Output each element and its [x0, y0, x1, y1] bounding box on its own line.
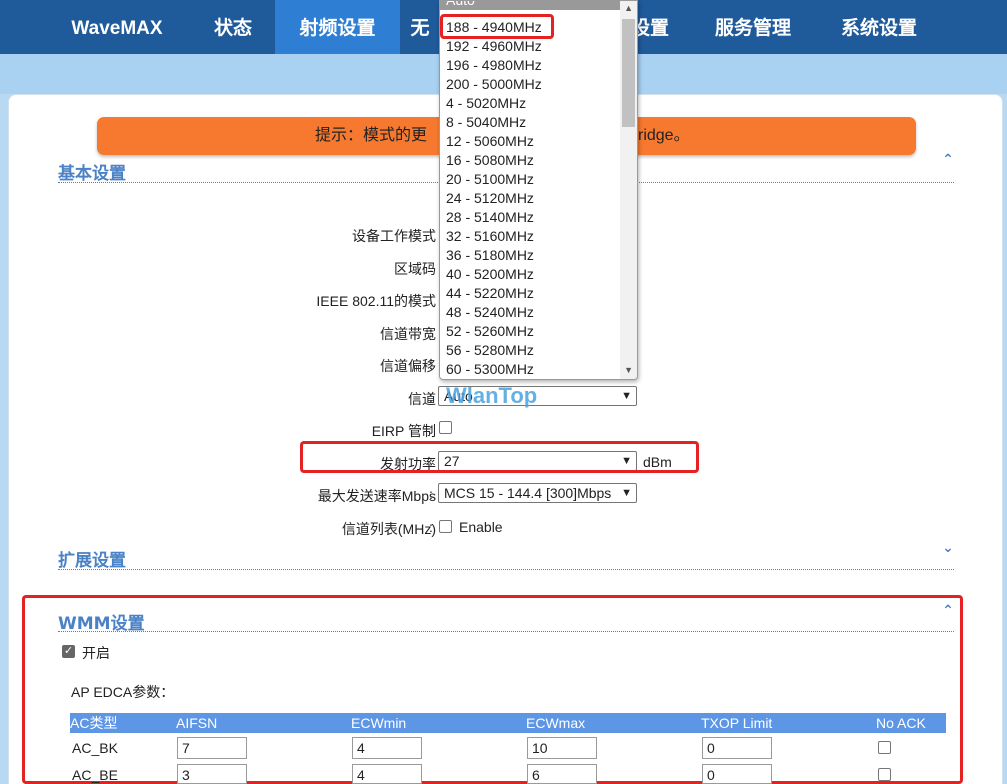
row-be-ecwmax-input[interactable]: 6 — [527, 764, 597, 784]
eirp-checkbox[interactable] — [439, 421, 452, 434]
dropdown-option[interactable]: 40 - 5200MHz — [440, 265, 620, 284]
dropdown-option[interactable]: Auto — [440, 1, 620, 10]
th-ac-type: AC类型 — [70, 715, 118, 731]
dropdown-option[interactable]: 32 - 5160MHz — [440, 227, 620, 246]
chevron-down-icon: ▼ — [621, 390, 632, 402]
chevron-down-icon: ▼ — [621, 487, 632, 499]
th-txop-limit: TXOP Limit — [701, 715, 773, 731]
dropdown-option[interactable]: 196 - 4980MHz — [440, 56, 620, 75]
th-aifsn: AIFSN — [176, 715, 218, 731]
row-bk-ecwmax-input[interactable]: 10 — [527, 737, 597, 759]
row-be-ecwmin-input[interactable]: 4 — [352, 764, 422, 784]
label-channel-list: 信道列表(MHz) — [341, 521, 436, 537]
tip-text: 提示：模式的更 — [315, 127, 428, 144]
channel-dropdown-list[interactable]: Auto 188 - 4940MHz 192 - 4960MHz 196 - 4… — [439, 0, 638, 380]
dropdown-scrollbar[interactable]: ▲ ▼ — [620, 1, 637, 379]
nav-wireless[interactable]: 无 — [400, 0, 440, 54]
label-offset: 信道偏移 — [380, 358, 436, 374]
dropdown-option[interactable]: 12 - 5060MHz — [440, 132, 620, 151]
dropdown-option[interactable]: 52 - 5260MHz — [440, 322, 620, 341]
dropdown-option[interactable]: 48 - 5240MHz — [440, 303, 620, 322]
dropdown-option[interactable]: 28 - 5140MHz — [440, 208, 620, 227]
channel-list-enable-label: Enable — [459, 519, 503, 535]
row-bk-noack-checkbox[interactable] — [878, 741, 891, 754]
th-no-ack: No ACK — [876, 715, 926, 731]
section-wmm-divider — [58, 631, 954, 632]
channel-list-checkbox[interactable] — [439, 520, 452, 533]
chevron-up-icon[interactable]: ⌃ — [941, 152, 955, 166]
nav-rf-settings[interactable]: 射频设置 — [275, 0, 400, 54]
dropdown-option[interactable]: 20 - 5100MHz — [440, 170, 620, 189]
dropdown-option[interactable]: 56 - 5280MHz — [440, 341, 620, 360]
label-eirp: EIRP 管制 — [371, 423, 436, 439]
dropdown-option[interactable]: 44 - 5220MHz — [440, 284, 620, 303]
ap-edca-label: AP EDCA参数： — [71, 684, 175, 700]
section-ext-title[interactable]: 扩展设置 — [58, 546, 126, 571]
brand-logo[interactable]: WaveMAX — [52, 0, 182, 54]
dropdown-option[interactable]: 8 - 5040MHz — [440, 113, 620, 132]
nav-system-settings[interactable]: 系统设置 — [820, 0, 938, 54]
label-max-rate: 最大发送速率Mbps — [317, 488, 436, 504]
row-bk-type: AC_BK — [72, 740, 118, 756]
chevron-up-icon[interactable]: ⌃ — [941, 603, 955, 617]
nav-service-management[interactable]: 服务管理 — [694, 0, 812, 54]
watermark-logo: WlanTop — [446, 383, 538, 408]
scroll-up-icon[interactable]: ▲ — [624, 3, 633, 13]
tip-text-tail: ridge。 — [638, 127, 690, 144]
scroll-down-icon[interactable]: ▼ — [624, 365, 633, 375]
max-rate-select[interactable]: MCS 15 - 144.4 [300]Mbps ▼ — [438, 483, 637, 503]
dropdown-option[interactable]: 36 - 5180MHz — [440, 246, 620, 265]
row-bk-aifsn-input[interactable]: 7 — [177, 737, 247, 759]
highlight-tx-power — [300, 441, 699, 473]
row-be-type: AC_BE — [72, 767, 118, 783]
dropdown-option[interactable]: 24 - 5120MHz — [440, 189, 620, 208]
th-ecwmin: ECWmin — [351, 715, 407, 731]
chevron-down-icon[interactable]: ⌄ — [941, 540, 955, 554]
row-be-txop-input[interactable]: 0 — [702, 764, 772, 784]
wmm-enable-label: 开启 — [82, 645, 110, 661]
label-mode: 设备工作模式 — [352, 228, 436, 244]
wmm-enable-checkbox[interactable]: ✓ — [62, 645, 75, 658]
section-basic-title[interactable]: 基本设置 — [58, 159, 126, 184]
row-be-aifsn-input[interactable]: 3 — [177, 764, 247, 784]
highlight-option-188 — [440, 14, 554, 39]
dropdown-option[interactable]: 200 - 5000MHz — [440, 75, 620, 94]
scrollbar-thumb[interactable] — [622, 19, 635, 127]
label-bandwidth: 信道带宽 — [380, 326, 436, 342]
row-bk-ecwmin-input[interactable]: 4 — [352, 737, 422, 759]
dropdown-option[interactable]: 16 - 5080MHz — [440, 151, 620, 170]
th-ecwmax: ECWmax — [526, 715, 586, 731]
row-bk-txop-input[interactable]: 0 — [702, 737, 772, 759]
edca-table-header: AC类型 AIFSN ECWmin ECWmax TXOP Limit No A… — [70, 713, 946, 733]
nav-status[interactable]: 状态 — [192, 0, 274, 54]
label-ieee-mode: IEEE 802.11的模式 — [316, 293, 436, 309]
row-be-noack-checkbox[interactable] — [878, 768, 891, 781]
dropdown-option[interactable]: 60 - 5300MHz — [440, 360, 620, 379]
dropdown-option[interactable]: 192 - 4960MHz — [440, 37, 620, 56]
max-rate-value: MCS 15 - 144.4 [300]Mbps — [444, 485, 612, 501]
section-ext-divider — [58, 569, 954, 570]
dropdown-option[interactable]: 4 - 5020MHz — [440, 94, 620, 113]
